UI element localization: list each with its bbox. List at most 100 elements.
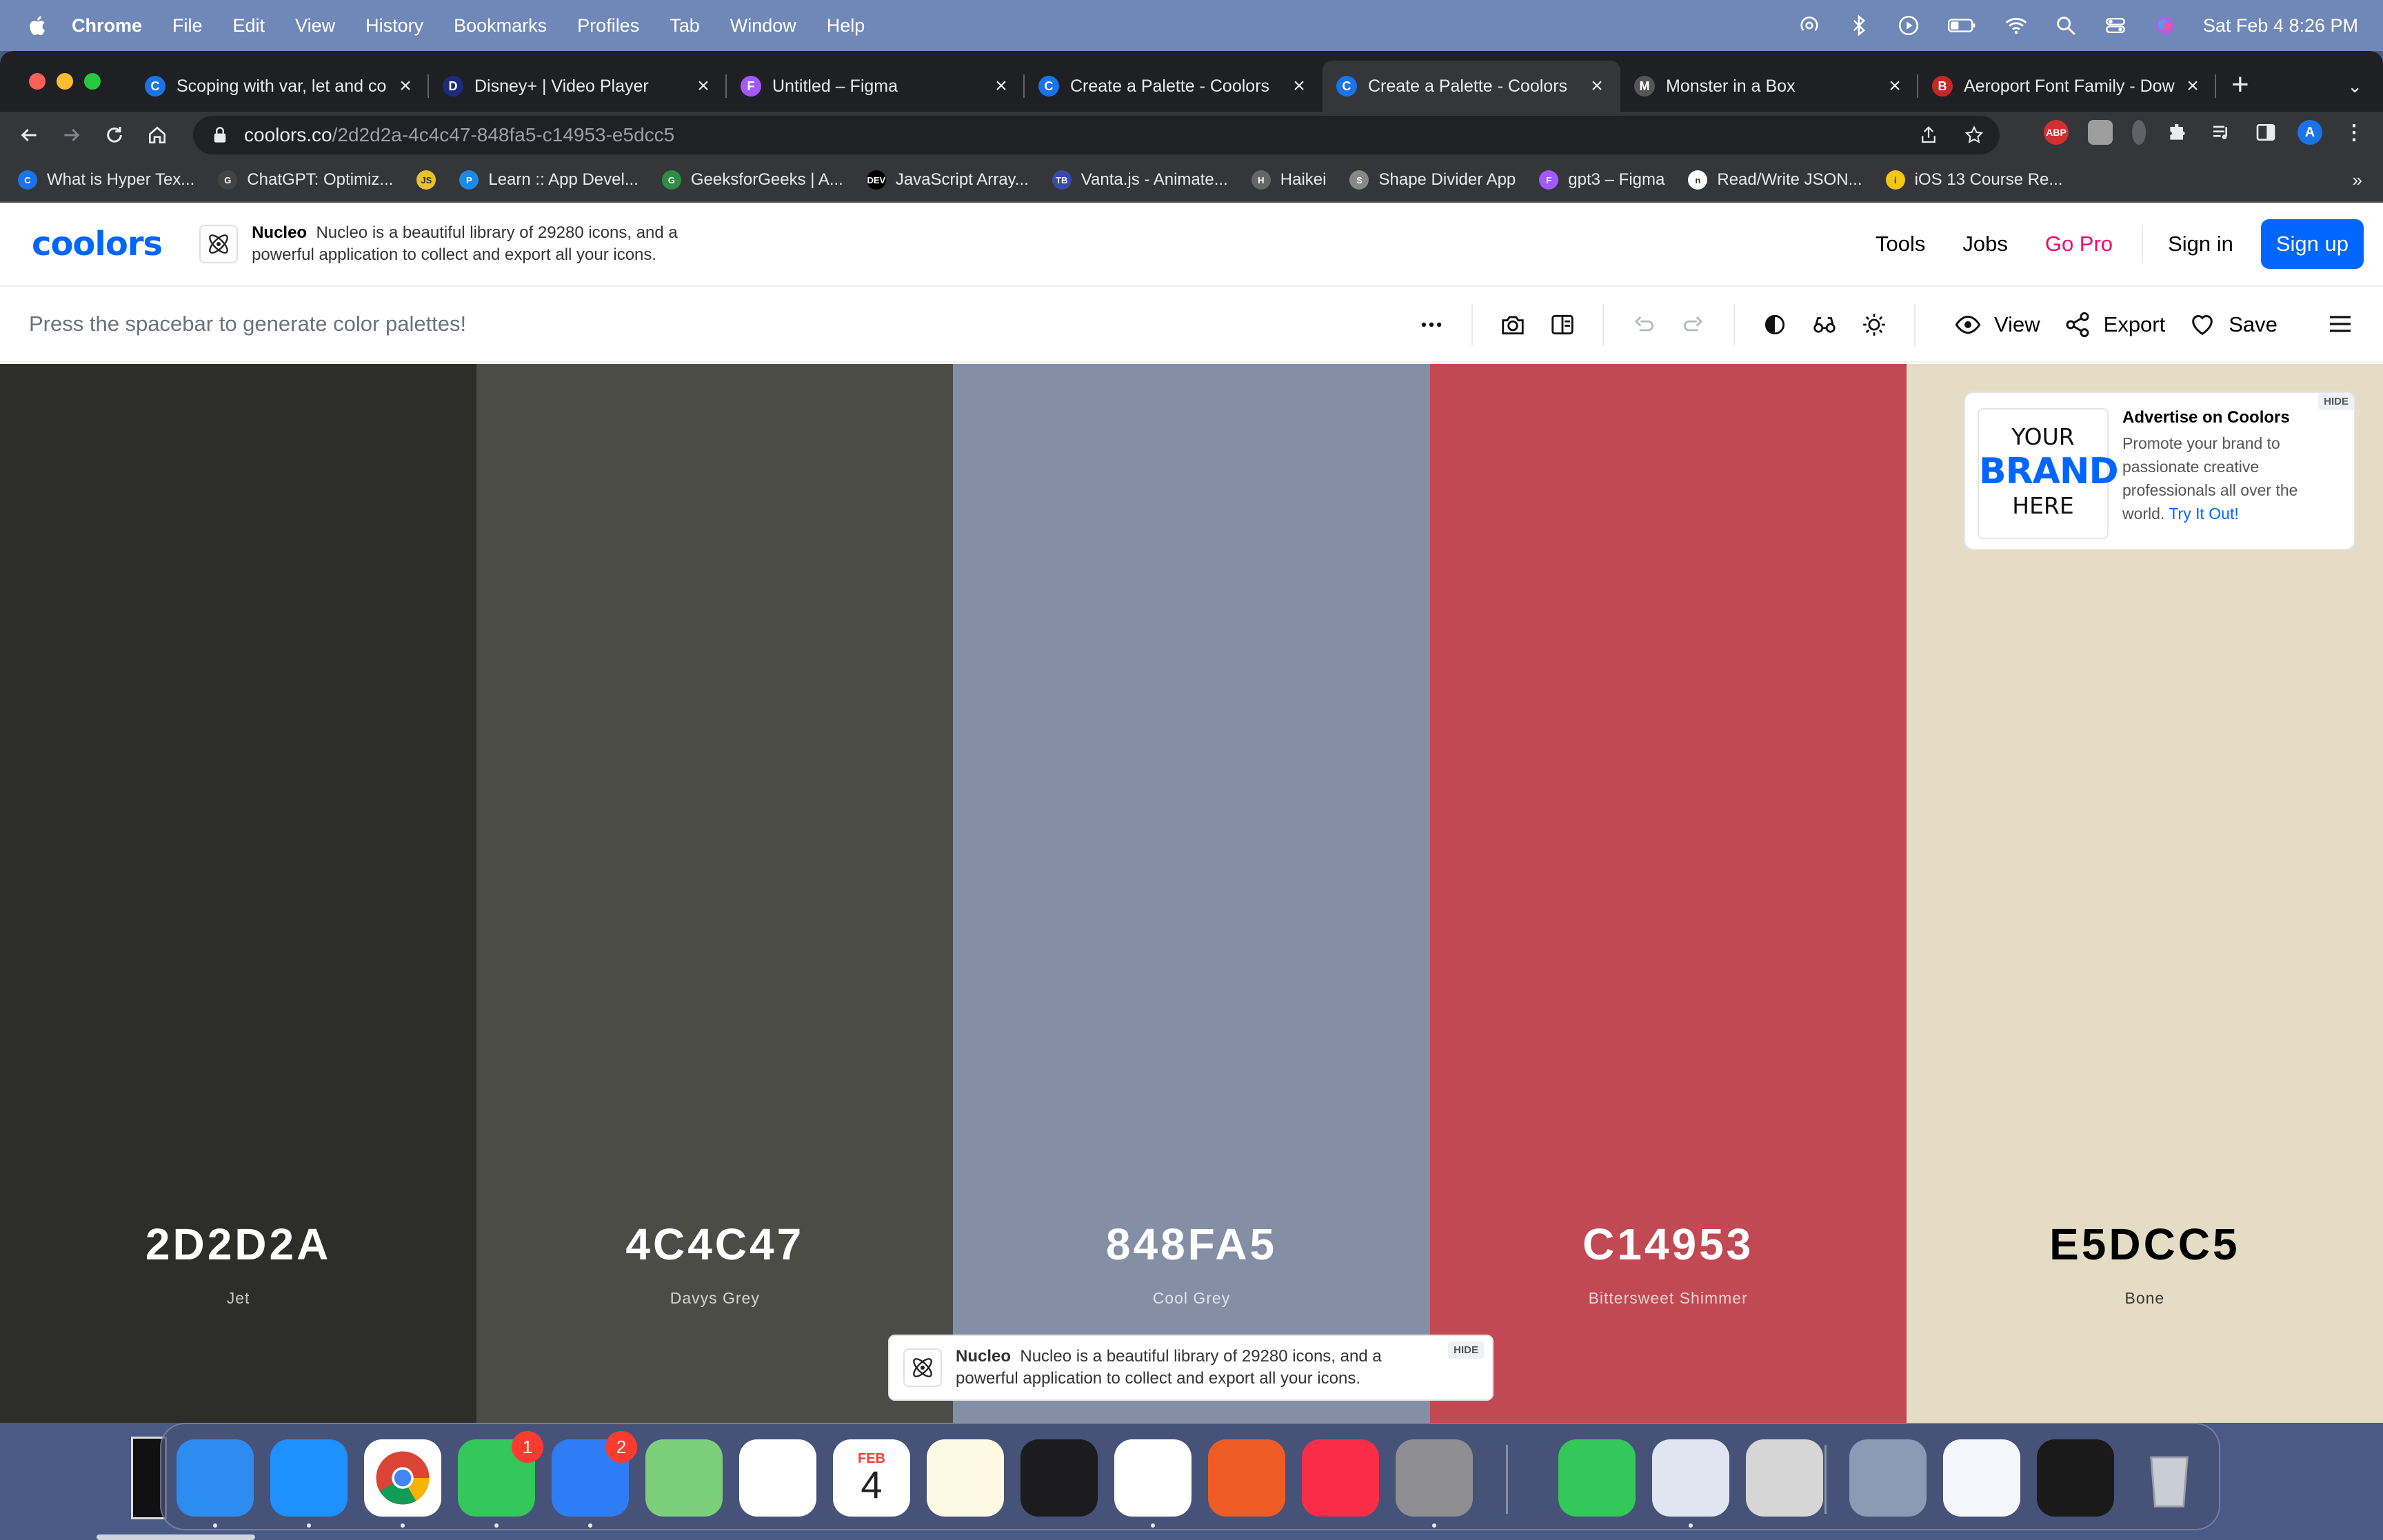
bookmark-item[interactable]: C What is Hyper Tex...: [18, 170, 194, 190]
tab-close-icon[interactable]: ×: [694, 74, 713, 98]
color-swatch[interactable]: 848FA5 Cool Grey: [953, 364, 1430, 1423]
undo-button[interactable]: [1619, 312, 1669, 338]
apple-icon[interactable]: [26, 14, 47, 37]
browser-tab[interactable]: C Scoping with var, let and co ×: [131, 61, 429, 112]
safari-icon[interactable]: [270, 1439, 348, 1528]
browser-tab[interactable]: B Aeroport Font Family - Dow ×: [1918, 61, 2216, 112]
profile-avatar[interactable]: A: [2297, 120, 2322, 145]
media-controls-icon[interactable]: [2209, 120, 2234, 145]
share-icon[interactable]: [1918, 125, 1939, 145]
notes-icon[interactable]: [927, 1439, 1004, 1517]
browser-tab[interactable]: D Disney+ | Video Player ×: [429, 61, 727, 112]
forward-button[interactable]: [58, 121, 86, 149]
bookmark-item[interactable]: n Read/Write JSON...: [1688, 170, 1862, 190]
preview-icon[interactable]: [1652, 1439, 1729, 1528]
window-thumb-3-icon[interactable]: [2037, 1439, 2114, 1517]
bookmark-item[interactable]: G ChatGPT: Optimiz...: [218, 170, 393, 190]
font-book-icon[interactable]: [1746, 1439, 1823, 1517]
menu-help[interactable]: Help: [827, 15, 865, 37]
address-bar[interactable]: coolors.co/2d2d2a-4c4c47-848fa5-c14953-e…: [193, 116, 2000, 154]
menu-tab[interactable]: Tab: [670, 15, 700, 37]
redo-button[interactable]: [1669, 312, 1718, 338]
tab-close-icon[interactable]: ×: [1289, 74, 1309, 98]
tab-close-icon[interactable]: ×: [2183, 74, 2202, 98]
tab-close-icon[interactable]: ×: [992, 74, 1011, 98]
adblock-extension-icon[interactable]: ABP: [2044, 120, 2069, 145]
nav-jobs[interactable]: Jobs: [1962, 232, 2007, 256]
home-button[interactable]: [143, 121, 171, 149]
extension-icon[interactable]: [2132, 120, 2146, 145]
header-ad[interactable]: Nucleo Nucleo is a beautiful library of …: [199, 222, 734, 266]
menu-history[interactable]: History: [365, 15, 423, 37]
system-settings-icon[interactable]: [1396, 1439, 1473, 1528]
browser-tab[interactable]: F Untitled – Figma ×: [727, 61, 1025, 112]
nav-go-pro[interactable]: Go Pro: [2045, 232, 2113, 256]
nav-tools[interactable]: Tools: [1876, 232, 1925, 256]
sign-up-button[interactable]: Sign up: [2260, 219, 2364, 269]
bookmark-item[interactable]: Fgpt3 – Figma: [1539, 170, 1665, 190]
control-center-icon[interactable]: [2104, 14, 2127, 37]
minimize-window-button[interactable]: [57, 73, 73, 90]
hamburger-menu-button[interactable]: [2326, 310, 2354, 341]
bookmark-item[interactable]: G GeeksforGeeks | A...: [661, 170, 843, 190]
bookmark-item[interactable]: S Shape Divider App: [1349, 170, 1516, 190]
now-playing-icon[interactable]: [1897, 14, 1920, 37]
chrome-icon[interactable]: [364, 1439, 441, 1528]
browser-tab[interactable]: C Create a Palette - Coolors ×: [1323, 61, 1620, 112]
music-icon[interactable]: [1302, 1439, 1379, 1517]
photos-icon[interactable]: [739, 1439, 816, 1517]
try-it-out-link[interactable]: Try It Out!: [2169, 505, 2238, 523]
menu-edit[interactable]: Edit: [233, 15, 265, 37]
kebab-menu-icon[interactable]: ⋮: [2342, 120, 2366, 145]
bookmark-item[interactable]: i iOS 13 Course Re...: [1885, 170, 2062, 190]
extension-icon[interactable]: [2088, 120, 2113, 145]
side-panel-icon[interactable]: [2253, 120, 2278, 145]
back-button[interactable]: [15, 121, 43, 149]
swatch-hex[interactable]: 4C4C47: [476, 1219, 953, 1270]
hide-bottom-ad-button[interactable]: HIDE: [1448, 1341, 1484, 1359]
tab-search-button[interactable]: ⌄: [2347, 76, 2362, 97]
swatch-hex[interactable]: C14953: [1430, 1219, 1907, 1270]
sign-in-link[interactable]: Sign in: [2168, 232, 2233, 256]
wifi-icon[interactable]: [2004, 14, 2028, 37]
camera-button[interactable]: [1488, 312, 1538, 338]
bookmark-item[interactable]: H Haikei: [1251, 170, 1326, 190]
bookmark-item[interactable]: JS: [416, 170, 436, 190]
swatch-hex[interactable]: 2D2D2A: [0, 1219, 476, 1270]
bookmark-item[interactable]: TB Vanta.js - Animate...: [1052, 170, 1228, 190]
bookmark-item[interactable]: P Learn :: App Devel...: [459, 170, 639, 190]
close-window-button[interactable]: [29, 73, 46, 90]
bluetooth-icon[interactable]: [1847, 14, 1871, 37]
calendar-icon[interactable]: FEB 4: [833, 1439, 910, 1517]
color-swatch[interactable]: 4C4C47 Davys Grey: [476, 364, 954, 1423]
trash-icon[interactable]: [2131, 1439, 2208, 1517]
mail-icon[interactable]: 2: [552, 1431, 637, 1528]
more-options-button[interactable]: [1407, 312, 1456, 338]
window-thumb-1-icon[interactable]: [1849, 1439, 1927, 1517]
view-button[interactable]: View: [1954, 311, 2040, 338]
export-button[interactable]: Export: [2064, 311, 2165, 338]
new-tab-button[interactable]: +: [2231, 68, 2249, 102]
collage-button[interactable]: [1538, 312, 1587, 338]
siri-icon[interactable]: [2153, 14, 2177, 37]
color-swatch[interactable]: 2D2D2A Jet: [0, 364, 477, 1423]
color-blindness-button[interactable]: [1800, 312, 1849, 338]
bookmark-star-icon[interactable]: [1964, 125, 1984, 145]
finder-icon[interactable]: [177, 1439, 254, 1528]
reload-button[interactable]: [101, 121, 128, 149]
messages-icon[interactable]: 1: [458, 1431, 543, 1528]
menu-view[interactable]: View: [295, 15, 335, 37]
coolors-logo[interactable]: coolors: [32, 225, 163, 263]
tab-close-icon[interactable]: ×: [396, 74, 415, 98]
tab-close-icon[interactable]: ×: [1885, 74, 1904, 98]
menu-bookmarks[interactable]: Bookmarks: [454, 15, 547, 37]
window-thumb-2-icon[interactable]: [1943, 1439, 2020, 1517]
browser-tab[interactable]: M Monster in a Box ×: [1620, 61, 1918, 112]
battery-icon[interactable]: [1947, 14, 1978, 37]
spotlight-search-icon[interactable]: [2054, 14, 2078, 37]
tab-close-icon[interactable]: ×: [1587, 74, 1607, 98]
maps-icon[interactable]: [645, 1439, 723, 1517]
bookmarks-overflow-button[interactable]: »: [2353, 170, 2362, 191]
menu-app-name[interactable]: Chrome: [72, 15, 142, 37]
menubar-clock[interactable]: Sat Feb 4 8:26 PM: [2203, 15, 2358, 37]
